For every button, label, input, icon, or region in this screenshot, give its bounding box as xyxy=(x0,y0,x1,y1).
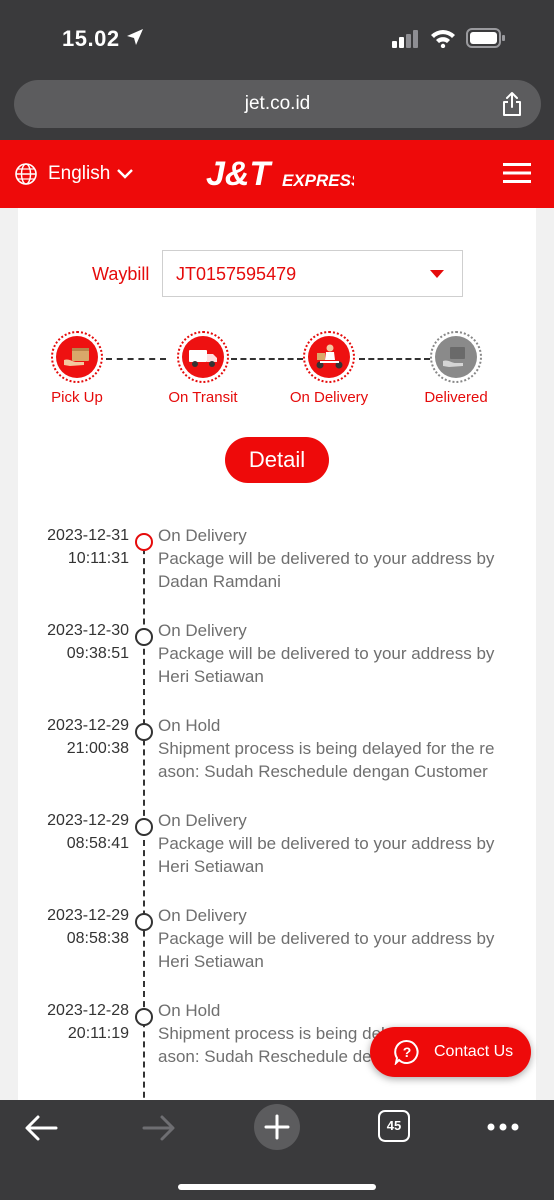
status-bar: 15.02 xyxy=(0,0,554,76)
svg-text:J&T: J&T xyxy=(206,156,273,192)
share-icon[interactable] xyxy=(501,91,523,117)
home-indicator xyxy=(178,1184,376,1190)
back-arrow-icon[interactable] xyxy=(24,1114,58,1142)
help-question-icon: ? xyxy=(394,1039,419,1065)
battery-icon xyxy=(466,28,505,48)
tab-count: 45 xyxy=(386,1118,402,1133)
step-label: On Delivery xyxy=(289,389,369,406)
entry-datetime: 2023-12-30 09:38:51 xyxy=(47,622,129,662)
timeline-dot xyxy=(135,818,153,836)
contact-us-label: Contact Us xyxy=(434,1043,514,1060)
package-hand-icon xyxy=(64,348,89,366)
entry-description: On Hold Shipment process is being delayed… xyxy=(158,716,495,781)
detail-button[interactable]: Detail xyxy=(225,437,329,483)
entry-datetime: 2023-12-29 08:58:38 xyxy=(47,907,129,947)
svg-text:EXPRESS: EXPRESS xyxy=(282,171,354,190)
progress-steps: Pick Up On Transit On Delivery Delivered xyxy=(18,328,536,418)
jt-express-logo[interactable]: J&T EXPRESS xyxy=(204,156,354,192)
language-selector[interactable]: English xyxy=(14,162,134,186)
chevron-down-icon xyxy=(117,169,134,179)
delivery-truck-icon xyxy=(189,350,217,367)
url-text: jet.co.id xyxy=(244,93,311,114)
clock: 15.02 xyxy=(62,26,120,51)
timeline-dot xyxy=(135,1008,153,1026)
contact-us-button[interactable]: ? Contact Us xyxy=(370,1027,531,1077)
tracking-card: Waybill JT0157595479 Pick Up On Transit … xyxy=(18,208,536,1100)
globe-icon xyxy=(15,163,37,185)
step-on-delivery: On Delivery xyxy=(269,328,389,406)
svg-text:?: ? xyxy=(403,1044,412,1060)
step-label: Pick Up xyxy=(51,389,103,406)
language-label: English xyxy=(48,163,111,184)
waybill-select[interactable]: JT0157595479 xyxy=(162,250,463,297)
entry-description: On Delivery Package will be delivered to … xyxy=(158,811,495,876)
timeline-entry: 2023-12-31 10:11:31 On Delivery Package wi… xyxy=(18,524,536,619)
step-label: On Transit xyxy=(168,389,238,406)
site-header: English J&T EXPRESS xyxy=(0,140,554,208)
step-pick-up: Pick Up xyxy=(18,328,137,406)
courier-motorbike-icon xyxy=(316,344,343,369)
timeline-entry: 2023-12-30 09:38:51 On Delivery Package wi… xyxy=(18,619,536,714)
waybill-value: JT0157595479 xyxy=(176,264,297,284)
dropdown-caret-icon xyxy=(430,270,444,278)
location-arrow-icon xyxy=(127,29,143,45)
wifi-icon xyxy=(431,30,455,48)
entry-datetime: 2023-12-31 10:11:31 xyxy=(47,527,129,567)
entry-description: On Delivery Package will be delivered to … xyxy=(158,526,495,591)
more-options-icon[interactable] xyxy=(486,1122,520,1132)
timeline-entry: 2023-12-29 08:58:41 On Delivery Package wi… xyxy=(18,809,536,904)
browser-window: 15.02 jet.co.id English J&T EXPRES Waybi… xyxy=(0,0,554,1200)
address-bar[interactable]: jet.co.id xyxy=(14,80,541,128)
step-on-transit: On Transit xyxy=(143,328,263,406)
timeline-entry: 2023-12-29 21:00:38 On Hold Shipment proce… xyxy=(18,714,536,809)
cellular-signal-icon xyxy=(392,30,418,48)
timeline-dot xyxy=(135,533,153,551)
entry-datetime: 2023-12-29 21:00:38 xyxy=(47,717,129,757)
waybill-label: Waybill xyxy=(92,264,150,284)
entry-datetime: 2023-12-28 20:11:19 xyxy=(47,1002,129,1042)
timeline-dot xyxy=(135,628,153,646)
entry-datetime: 2023-12-29 08:58:41 xyxy=(47,812,129,852)
entry-description: On Delivery Package will be delivered to … xyxy=(158,906,495,971)
package-handover-icon xyxy=(443,347,465,367)
timeline-entry: 2023-12-29 08:58:38 On Delivery Package wi… xyxy=(18,904,536,999)
tab-switcher-button[interactable]: 45 xyxy=(378,1110,410,1142)
new-tab-plus-icon[interactable] xyxy=(254,1104,300,1150)
hamburger-menu-icon[interactable] xyxy=(503,162,531,184)
timeline-dot xyxy=(135,913,153,931)
forward-arrow-icon[interactable] xyxy=(142,1114,176,1142)
step-label: Delivered xyxy=(424,389,488,406)
timeline-dot xyxy=(135,723,153,741)
step-delivered: Delivered xyxy=(396,328,516,406)
entry-description: On Delivery Package will be delivered to … xyxy=(158,621,495,686)
